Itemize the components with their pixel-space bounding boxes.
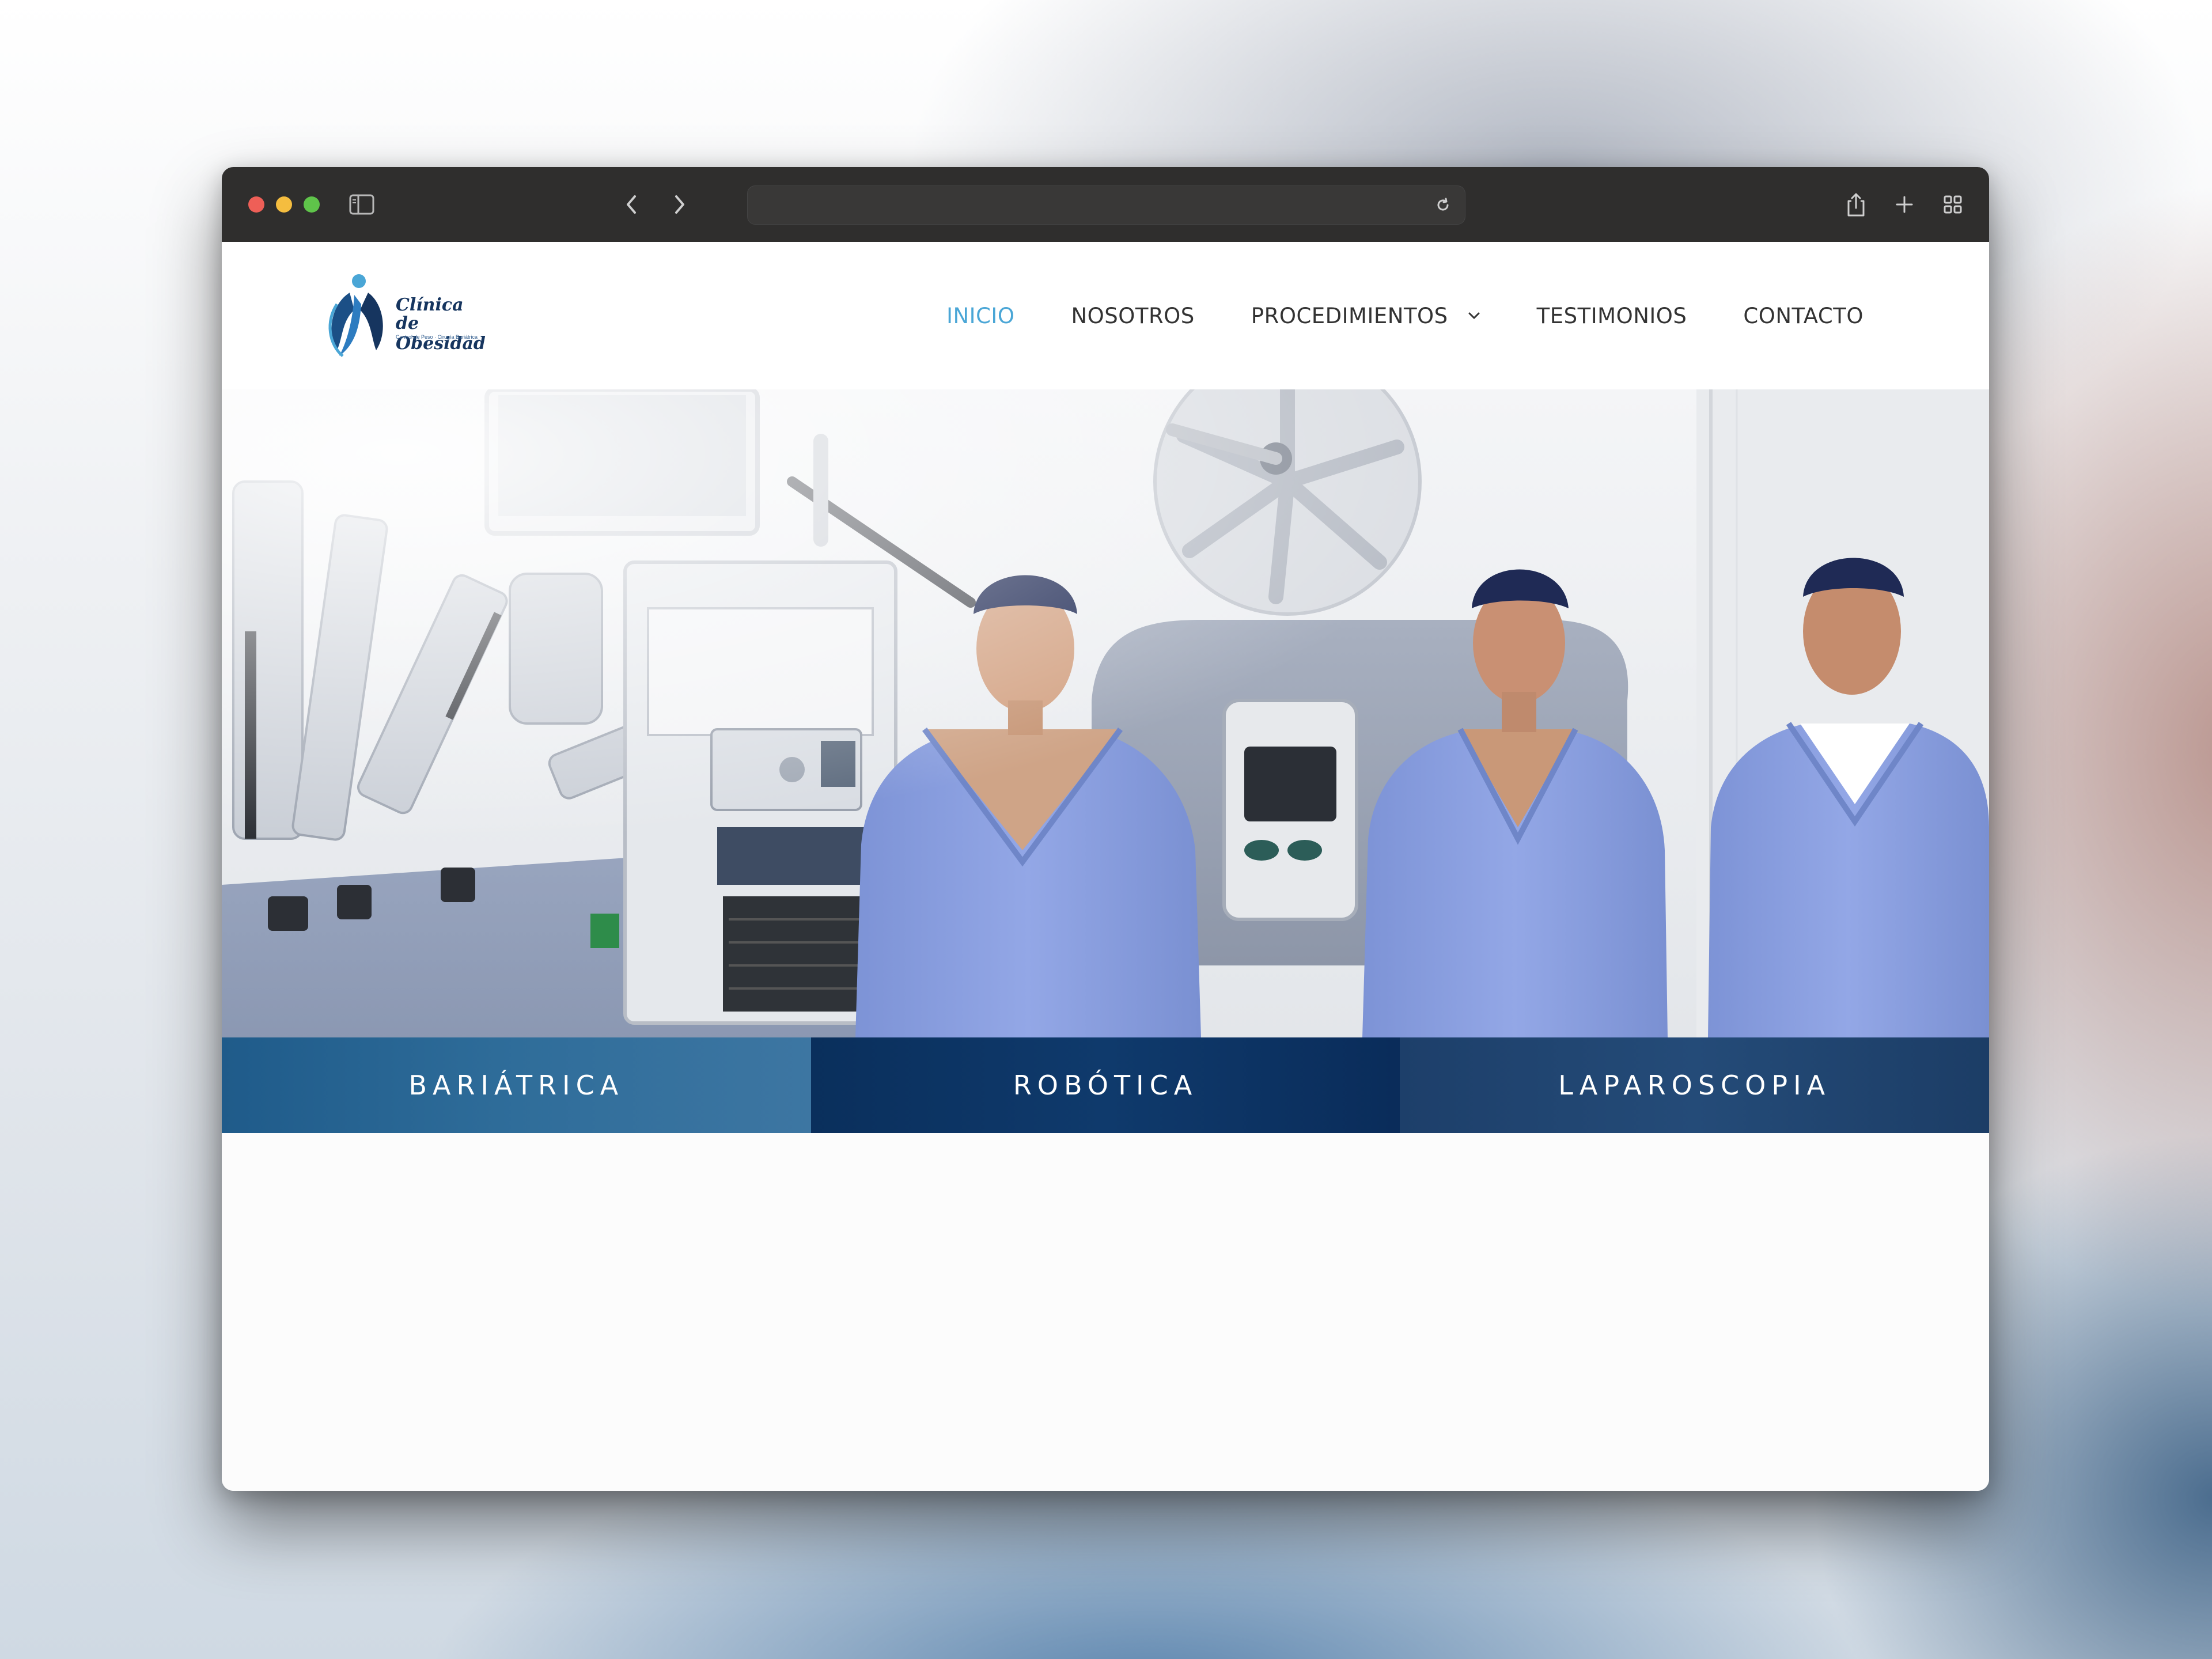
clinic-logo[interactable]: Clínica de Obesidad Control de Peso · Ci… [320,270,510,362]
logo-figure-icon [328,274,383,357]
tabs-grid-icon[interactable] [1938,190,1967,219]
address-bar[interactable] [747,185,1465,225]
back-icon[interactable] [617,190,646,219]
nav-item-procedimientos[interactable]: PROCEDIMIENTOS [1251,304,1480,328]
chevron-down-icon [1468,309,1480,322]
nav-item-procedimientos-label: PROCEDIMIENTOS [1251,303,1448,328]
hero-banner [222,389,1989,1037]
minimize-window-button[interactable] [276,196,292,213]
plus-icon[interactable] [1890,190,1919,219]
procedure-categories: BARIÁTRICA ROBÓTICA LAPAROSCOPIA [222,1037,1989,1133]
share-icon[interactable] [1842,190,1870,219]
browser-toolbar [222,167,1989,242]
logo-line1: Clínica [396,295,464,315]
nav-item-contacto[interactable]: CONTACTO [1743,304,1863,328]
logo-line2: de Obesidad [396,313,486,354]
category-robotica[interactable]: ROBÓTICA [810,1037,1400,1133]
main-nav: INICIO NOSOTROS PROCEDIMIENTOS TESTIMONI… [890,242,1863,389]
reload-icon[interactable] [1431,194,1455,217]
surgical-team-photo [222,389,1989,1037]
category-bariatrica[interactable]: BARIÁTRICA [222,1037,811,1133]
forward-icon[interactable] [665,190,694,219]
logo-tagline: Control de Peso · Cirugía Bariátrica [396,334,478,340]
site-header: Clínica de Obesidad Control de Peso · Ci… [222,242,1989,389]
sidebar-icon[interactable] [347,190,376,219]
nav-item-testimonios[interactable]: TESTIMONIOS [1537,304,1687,328]
close-window-button[interactable] [248,196,264,213]
browser-window: Clínica de Obesidad Control de Peso · Ci… [222,167,1989,1491]
zoom-window-button[interactable] [304,196,320,213]
content-area [222,1133,1989,1491]
nav-item-nosotros[interactable]: NOSOTROS [1071,304,1194,328]
nav-item-inicio[interactable]: INICIO [946,304,1014,328]
category-laparoscopia[interactable]: LAPAROSCOPIA [1400,1037,1989,1133]
